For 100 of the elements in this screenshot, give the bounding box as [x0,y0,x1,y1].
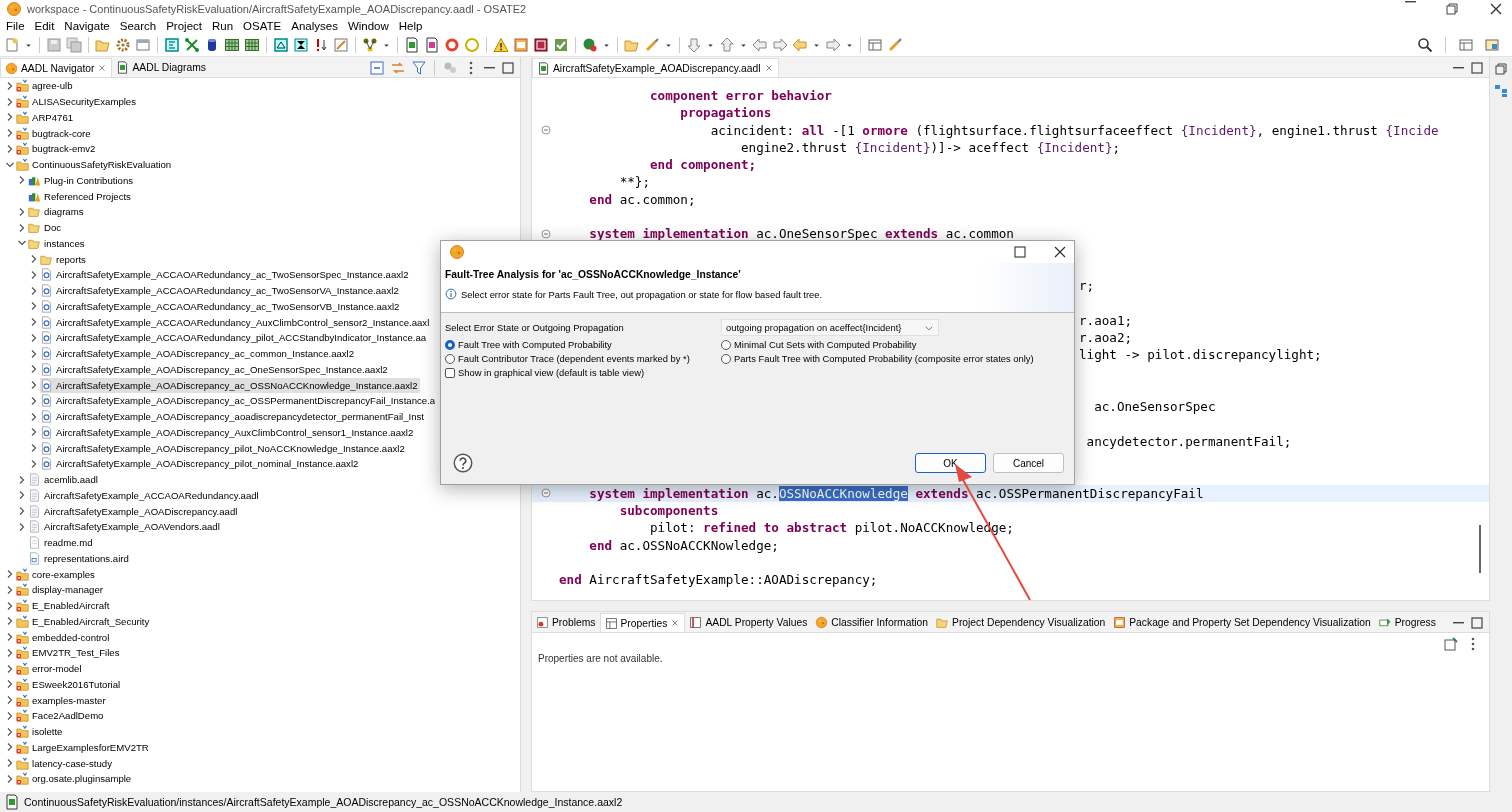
tree-item[interactable]: AircraftSafetyExample_ACCAOARedundancy_pilot_ACCStandbyIndicator_Instance.aa [40,330,429,346]
tree-item[interactable]: latency-case-study [16,755,114,771]
tab[interactable]: Project Dependency Visualization [932,613,1110,632]
minimize-icon[interactable] [484,66,495,69]
grid-icon[interactable] [244,37,260,53]
minimize-icon[interactable] [1453,621,1464,624]
tab[interactable]: AADL Diagrams [112,58,210,77]
menu-item[interactable]: Edit [34,19,55,32]
tree-item[interactable]: AircraftSafetyExample_ACCAOARedundancy.aadl [28,487,261,503]
perspective-icon[interactable] [1458,37,1474,53]
minimize-icon[interactable] [1453,66,1464,69]
tree-item[interactable]: isolette [16,724,65,740]
maximize-icon[interactable] [1469,614,1485,631]
network-icon[interactable] [184,37,200,53]
radio-button[interactable]: Minimal Cut Sets with Computed Probability [721,339,1070,350]
tab[interactable]: AircraftSafetyExample_AOADiscrepancy.aadl [532,58,779,77]
fold-icon[interactable] [540,488,551,499]
arrow-up-icon[interactable] [719,37,735,53]
menu-item[interactable]: File [6,19,25,32]
tree-item[interactable]: bugtrack-core [16,125,93,141]
brush-icon[interactable] [644,37,660,53]
tree-item[interactable]: AircraftSafetyExample_AOADiscrepancy_pilot_NoACCKnowledge_Instance.aaxl2 [40,440,407,456]
search-icon[interactable] [1417,37,1433,53]
tree-item[interactable]: AircraftSafetyExample_AOADiscrepancy_ac_OSSPermanentDiscrepancyFail_Instance.a [40,393,438,409]
tree-item[interactable]: examples-master [16,692,108,708]
tree-item[interactable]: AircraftSafetyExample_AOADiscrepancy_ac_common_Instance.aaxl2 [40,346,357,362]
radio-button[interactable]: Fault Tree with Computed Probability [445,339,721,350]
tree-item[interactable]: ALISASecurityExamples [16,94,138,110]
tab[interactable]: AADL Navigator [0,58,113,77]
dropdown[interactable]: outgoing propagation on aceffect{Incident} [721,319,939,336]
document-icon[interactable] [404,37,420,53]
pin-icon[interactable] [1443,636,1459,652]
tree-item[interactable]: ContinuousSafetyRiskEvaluation [16,157,174,173]
arrow-left-icon[interactable] [792,37,808,53]
screen-icon[interactable] [273,37,289,53]
tree-item[interactable]: Doc [28,220,64,236]
tree-item[interactable]: E_EnabledAircraft_Security [16,613,152,629]
tree-item[interactable]: ESweek2016Tutorial [16,676,123,692]
menu-item[interactable]: Window [347,19,389,32]
tree-item[interactable]: LargeExamplesforEMV2TR [16,739,151,755]
tree-item[interactable]: EMV2TR_Test_Files [16,645,122,661]
checkbox[interactable]: Show in graphical view (default is table view) [445,367,721,378]
tree-item[interactable]: reports [40,251,88,267]
tree-item[interactable]: readme.md [28,535,95,551]
tree-item[interactable]: AircraftSafetyExample_ACCAOARedundancy_ac_TwoSensorVB_Instance.aaxl2 [40,298,402,314]
hierarchy-icon[interactable] [362,37,378,53]
menu-item[interactable]: Help [398,19,423,32]
tree-item[interactable]: core-examples [16,566,97,582]
tree-item[interactable]: instances [28,235,87,251]
perspective-icon[interactable] [867,37,883,53]
menu-item[interactable]: OSATE [243,19,282,32]
close-icon[interactable] [670,618,681,628]
arrow-down-icon[interactable] [686,37,702,53]
tree-item[interactable]: ARP4761 [16,109,76,125]
fold-icon[interactable] [540,125,551,136]
tree-item[interactable]: diagrams [28,204,86,220]
collapse-all-icon[interactable] [369,59,385,76]
square-icon[interactable] [164,37,180,53]
report-icon[interactable] [533,37,549,53]
tree-item[interactable]: AircraftSafetyExample_ACCAOARedundancy_ac_TwoSensorSpec_Instance.aaxl2 [40,267,411,283]
tree-item[interactable]: AircraftSafetyExample_AOAVendors.aadl [28,519,222,535]
maximize-icon[interactable] [1469,59,1485,76]
dialog-button[interactable]: OK [915,453,986,473]
grid-icon[interactable] [224,37,240,53]
tree-item[interactable]: embedded-control [16,629,112,645]
menu-item[interactable]: Analyses [291,19,338,32]
maximize-button[interactable] [1012,244,1028,260]
tree-item[interactable]: representations.aird [28,550,131,566]
tree-item[interactable]: AircraftSafetyExample_AOADiscrepancy.aadl [28,503,240,519]
tree-item[interactable]: Face2AadlDemo [16,708,106,724]
tree-item[interactable]: AircraftSafetyExample_AOADiscrepancy_aoadiscrepancydetector_permanentFail_Inst [40,409,426,425]
close-icon[interactable] [763,63,774,73]
menu-item[interactable]: Run [212,19,234,32]
menu-item[interactable]: Navigate [64,19,110,32]
tab[interactable]: Problems [532,613,600,632]
tree-item[interactable]: AircraftSafetyExample_AOADiscrepancy_AuxClimbControl_sensor1_Instance.aaxl2 [40,424,416,440]
run-icon[interactable] [582,37,598,53]
tree-item[interactable]: org.osate.pluginsample [16,771,134,787]
tree-item[interactable]: AircraftSafetyExample_ACCAOARedundancy_AuxClimbControl_sensor2_Instance.aaxl [40,314,432,330]
radio-button[interactable]: Fault Contributor Trace (dependent events marked by *) [445,353,721,364]
tab[interactable]: Properties [599,613,686,632]
tree-item[interactable]: AircraftSafetyExample_AOADiscrepancy_ac_OSSNoACCKnowledge_Instance.aaxl2 [40,377,420,393]
tab[interactable]: Package and Property Set Dependency Visualization [1109,613,1375,632]
tree-item[interactable]: Referenced Projects [28,188,133,204]
maximize-icon[interactable] [500,59,516,76]
hourglass-icon[interactable] [293,37,309,53]
restore-icon[interactable] [1493,61,1509,77]
close-icon[interactable] [97,63,108,73]
help-icon[interactable] [453,453,473,473]
tree-item[interactable]: AircraftSafetyExample_ACCAOARedundancy_ac_TwoSensorVA_Instance.aaxl2 [40,283,401,299]
document-icon[interactable] [424,37,440,53]
tab[interactable]: Classifier Information [811,613,933,632]
brush-icon[interactable] [887,37,903,53]
outline-icon[interactable] [1493,83,1509,99]
warning-icon[interactable] [493,37,509,53]
tree-item[interactable]: agree-ulb [16,78,75,94]
radio-button[interactable]: Parts Fault Tree with Computed Probability (composite error states only) [721,353,1070,364]
perspective-icon[interactable] [1484,37,1500,53]
menu-item[interactable]: Search [119,19,157,32]
arrow-left-icon[interactable] [752,37,768,53]
